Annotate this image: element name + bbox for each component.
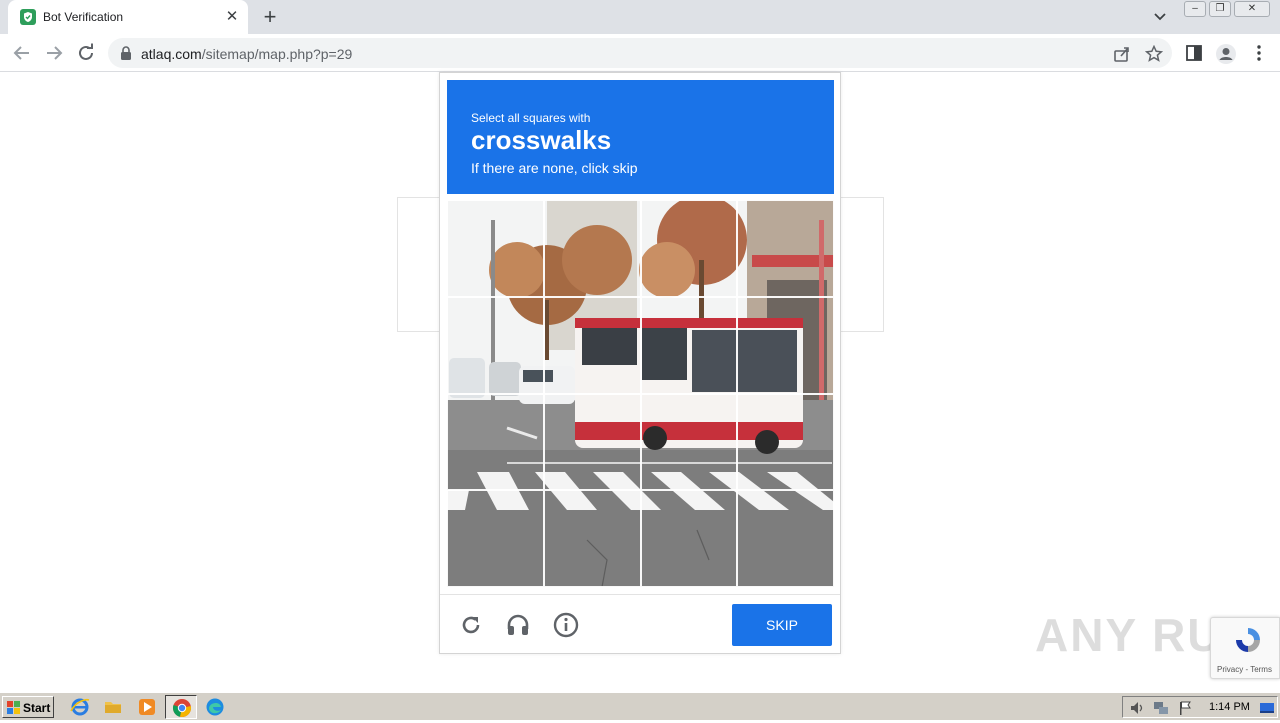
profile-avatar-icon[interactable]: [1215, 43, 1236, 64]
reload-challenge-icon[interactable]: [458, 612, 484, 638]
volume-icon[interactable]: [1129, 700, 1145, 721]
privacy-terms-link[interactable]: Privacy - Terms: [1217, 665, 1272, 674]
captcha-challenge-dialog: Select all squares with crosswalks If th…: [439, 72, 841, 654]
show-desktop-icon[interactable]: [1259, 700, 1275, 721]
help-info-icon[interactable]: [553, 612, 579, 638]
url-text[interactable]: atlaq.com/sitemap/map.php?p=29: [141, 46, 352, 62]
lock-icon[interactable]: [120, 46, 132, 65]
audio-challenge-headphones-icon[interactable]: [505, 612, 531, 638]
media-player-icon[interactable]: [137, 697, 157, 717]
captcha-tile[interactable]: [640, 200, 738, 297]
captcha-tile[interactable]: [447, 393, 544, 491]
captcha-tile[interactable]: [640, 393, 738, 491]
network-icon[interactable]: [1153, 700, 1169, 721]
windows-taskbar: Start 1:14 PM: [0, 692, 1280, 720]
captcha-footer: SKIP: [440, 594, 840, 654]
captcha-tile[interactable]: [737, 200, 834, 297]
captcha-tile[interactable]: [543, 200, 641, 297]
instruction-line: Select all squares with: [471, 111, 591, 125]
start-button[interactable]: Start: [2, 696, 54, 718]
restore-window-button[interactable]: ❐: [1209, 1, 1231, 17]
back-arrow-icon[interactable]: [10, 41, 34, 65]
captcha-tile[interactable]: [447, 200, 544, 297]
system-tray: 1:14 PM: [1122, 696, 1278, 718]
file-explorer-folder-icon[interactable]: [103, 697, 123, 717]
target-object-label: crosswalks: [471, 125, 612, 155]
new-tab-button[interactable]: +: [258, 6, 282, 28]
minimize-window-button[interactable]: –: [1184, 1, 1206, 17]
edge-browser-icon[interactable]: [205, 697, 225, 717]
captcha-tile[interactable]: [543, 296, 641, 394]
captcha-tile-grid: [447, 200, 834, 587]
clock[interactable]: 1:14 PM: [1209, 701, 1250, 713]
instruction-hint: If there are none, click skip: [471, 160, 638, 176]
share-icon[interactable]: [1113, 45, 1131, 63]
tab-title: Bot Verification: [43, 10, 124, 24]
windows-flag-icon: [7, 701, 21, 717]
captcha-tile[interactable]: [737, 490, 834, 587]
captcha-tile[interactable]: [447, 296, 544, 394]
more-menu-icon[interactable]: [1249, 43, 1269, 63]
tab-search-chevron-icon[interactable]: [1150, 8, 1170, 26]
captcha-image-grid: [447, 200, 834, 587]
side-panel-icon[interactable]: [1184, 43, 1204, 63]
internet-explorer-icon[interactable]: [70, 697, 90, 717]
tab-close-icon[interactable]: ✕: [223, 8, 241, 26]
captcha-tile[interactable]: [640, 296, 738, 394]
chrome-taskbar-button[interactable]: [165, 695, 197, 719]
captcha-tile[interactable]: [737, 393, 834, 491]
url-host: atlaq.com: [141, 46, 202, 62]
captcha-tile[interactable]: [543, 490, 641, 587]
forward-arrow-icon[interactable]: [42, 41, 66, 65]
address-bar[interactable]: atlaq.com/sitemap/map.php?p=29: [108, 38, 1172, 68]
browser-toolbar: atlaq.com/sitemap/map.php?p=29: [0, 34, 1280, 72]
captcha-tile[interactable]: [543, 393, 641, 491]
bookmark-star-icon[interactable]: [1144, 44, 1164, 63]
recaptcha-badge[interactable]: Privacy - Terms: [1210, 617, 1280, 679]
active-tab[interactable]: Bot Verification ✕: [8, 0, 248, 34]
captcha-tile[interactable]: [447, 490, 544, 587]
action-center-flag-icon[interactable]: [1177, 700, 1193, 721]
skip-button[interactable]: SKIP: [732, 604, 832, 646]
reload-icon[interactable]: [74, 41, 98, 65]
shield-favicon-icon: [20, 9, 36, 25]
chrome-icon: [172, 698, 192, 723]
close-window-button[interactable]: ✕: [1234, 1, 1270, 17]
page-content: Select all squares with crosswalks If th…: [0, 72, 1280, 692]
recaptcha-logo-icon: [1234, 626, 1262, 659]
captcha-tile[interactable]: [640, 490, 738, 587]
url-path: /sitemap/map.php?p=29: [201, 46, 353, 62]
start-label: Start: [23, 701, 51, 715]
captcha-tile[interactable]: [737, 296, 834, 394]
captcha-instructions: Select all squares with crosswalks If th…: [447, 80, 834, 194]
tab-strip: Bot Verification ✕ + – ❐ ✕: [0, 0, 1280, 34]
